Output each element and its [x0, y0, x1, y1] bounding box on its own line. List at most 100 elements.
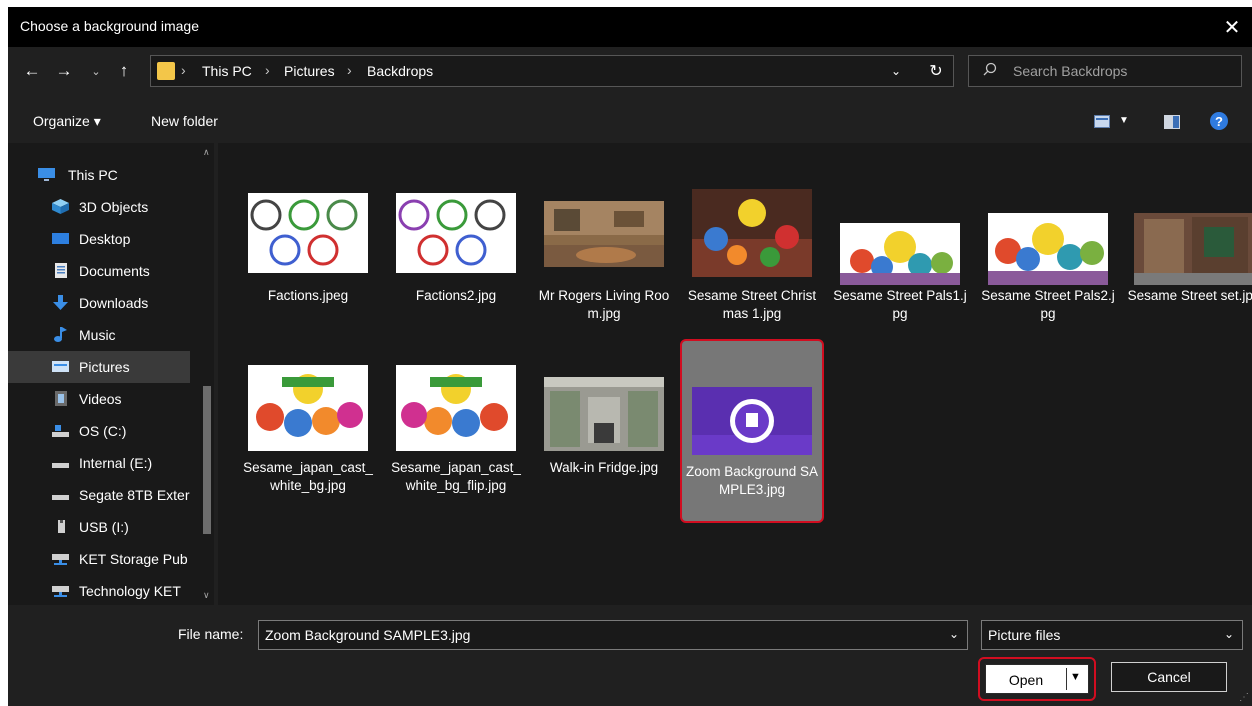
file-name: Zoom Background SAMPLE3.jpg — [685, 464, 819, 497]
sidebar-item-usb-i[interactable]: USB (I:) — [8, 511, 190, 543]
sidebar-item-documents[interactable]: Documents — [8, 255, 190, 287]
recent-locations-chevron-icon[interactable]: ⌄ — [86, 61, 106, 81]
view-options-chevron-icon[interactable]: ▼ — [1119, 115, 1129, 126]
file-item-zoom-background-sample3[interactable]: Zoom Background SAMPLE3.jpg — [680, 339, 824, 523]
up-arrow-icon[interactable]: ↑ — [114, 61, 134, 81]
file-open-dialog: Choose a background image ✕ ← → ⌄ ↑ › Th… — [8, 7, 1252, 706]
preview-pane-icon[interactable] — [1164, 115, 1180, 129]
forward-arrow-icon[interactable]: → — [54, 61, 74, 81]
address-dropdown-chevron-icon[interactable]: ⌄ — [891, 64, 901, 78]
sidebar-item-label: USB (I:) — [79, 519, 129, 535]
address-bar[interactable]: › This PC › Pictures › Backdrops ⌄ ↻ — [150, 55, 954, 87]
close-icon[interactable]: ✕ — [1212, 7, 1252, 47]
file-item-sesame-street-set[interactable]: Sesame Street set.jpg — [1124, 183, 1252, 333]
file-type-value: Picture files — [988, 627, 1061, 643]
network-drive-icon — [52, 586, 69, 597]
breadcrumb-separator: › — [181, 62, 186, 78]
refresh-icon[interactable]: ↻ — [925, 59, 947, 83]
open-button-highlight: Open ▼ — [978, 657, 1096, 701]
file-name: Sesame Street Pals1.jpg — [833, 288, 967, 321]
sidebar-item-desktop[interactable]: Desktop — [8, 223, 190, 255]
file-name-label: File name: — [178, 626, 244, 642]
monitor-icon — [38, 168, 55, 181]
folder-icon — [157, 62, 175, 80]
sidebar-item-label: Music — [79, 327, 116, 343]
resize-grip-icon[interactable]: ⋰ — [1239, 692, 1249, 703]
sidebar-item-downloads[interactable]: Downloads — [8, 287, 190, 319]
sidebar-item-this-pc[interactable]: This PC — [8, 159, 190, 191]
file-item-mr-rogers-living-room[interactable]: Mr Rogers Living Room.jpg — [534, 183, 674, 333]
change-view-icon[interactable] — [1094, 115, 1110, 128]
file-item-factions2[interactable]: Factions2.jpg — [386, 183, 526, 333]
file-name-input[interactable]: Zoom Background SAMPLE3.jpg ⌄ — [258, 620, 968, 650]
scroll-up-icon[interactable]: ∧ — [203, 147, 210, 158]
back-arrow-icon[interactable]: ← — [22, 61, 42, 81]
sidebar-item-technology-ket[interactable]: Technology KET — [8, 575, 190, 605]
sidebar-item-music[interactable]: Music — [8, 319, 190, 351]
navigation-bar: ← → ⌄ ↑ › This PC › Pictures › Backdrops… — [8, 51, 1252, 95]
file-item-factions[interactable]: Factions.jpeg — [238, 183, 378, 333]
file-item-walk-in-fridge[interactable]: Walk-in Fridge.jpg — [534, 355, 674, 505]
sidebar-item-segate-8tb[interactable]: Segate 8TB Exter — [8, 479, 190, 511]
download-icon — [53, 295, 68, 310]
sidebar-item-pictures[interactable]: Pictures — [8, 351, 190, 383]
network-drive-icon — [52, 554, 69, 565]
cube-icon — [52, 199, 69, 214]
sidebar-item-label: Pictures — [79, 359, 130, 375]
file-name: Factions2.jpg — [415, 288, 497, 303]
sidebar-item-label: Videos — [79, 391, 122, 407]
search-icon — [983, 62, 997, 76]
breadcrumb-pictures[interactable]: Pictures — [284, 63, 335, 79]
open-button[interactable]: Open ▼ — [985, 664, 1089, 694]
new-folder-button[interactable]: New folder — [151, 113, 218, 129]
music-icon — [54, 327, 67, 342]
command-toolbar: Organize ▾ New folder ▼ ? — [8, 104, 1252, 140]
dialog-title: Choose a background image — [20, 18, 200, 34]
document-icon — [55, 263, 67, 278]
file-item-sesame-japan-cast-white-bg-flip[interactable]: Sesame_japan_cast_white_bg_flip.jpg — [386, 355, 526, 505]
factions-thumbnail — [248, 193, 368, 273]
sidebar-item-videos[interactable]: Videos — [8, 383, 190, 415]
file-item-sesame-street-pals2[interactable]: Sesame Street Pals2.jpg — [978, 183, 1118, 333]
file-name: Mr Rogers Living Room.jpg — [538, 288, 670, 321]
sidebar-item-label: KET Storage Pub — [79, 551, 188, 567]
scroll-down-icon[interactable]: ∨ — [203, 590, 210, 601]
cancel-button[interactable]: Cancel — [1111, 662, 1227, 692]
file-list: Factions.jpeg Factions2.jpg Mr Rogers Li… — [218, 143, 1252, 605]
file-item-sesame-japan-cast-white-bg[interactable]: Sesame_japan_cast_white_bg.jpg — [238, 355, 378, 505]
drive-icon — [52, 463, 69, 468]
drive-icon — [52, 425, 69, 437]
pictures-icon — [52, 361, 69, 372]
sesame-japan-cast-thumbnail — [248, 365, 368, 451]
sesame-street-pals2-thumbnail — [988, 213, 1108, 285]
sidebar-item-os-c[interactable]: OS (C:) — [8, 415, 190, 447]
file-type-chevron-icon[interactable]: ⌄ — [1224, 627, 1234, 641]
scrollbar-thumb[interactable] — [203, 386, 211, 534]
file-item-sesame-street-pals1[interactable]: Sesame Street Pals1.jpg — [830, 183, 970, 333]
search-input[interactable]: Search Backdrops — [1013, 63, 1127, 79]
breadcrumb-backdrops[interactable]: Backdrops — [367, 63, 433, 79]
breadcrumb-separator: › — [265, 62, 270, 78]
help-icon[interactable]: ? — [1210, 112, 1228, 130]
walk-in-fridge-thumbnail — [544, 377, 664, 451]
sidebar-item-ket-storage-pub[interactable]: KET Storage Pub — [8, 543, 190, 575]
sidebar-item-label: 3D Objects — [79, 199, 149, 215]
organize-menu-button[interactable]: Organize ▾ — [33, 113, 101, 130]
mr-rogers-living-room-thumbnail — [544, 201, 664, 267]
file-type-select[interactable]: Picture files ⌄ — [981, 620, 1243, 650]
file-name: Walk-in Fridge.jpg — [549, 460, 659, 475]
breadcrumb-this-pc[interactable]: This PC — [202, 63, 252, 79]
sidebar-item-internal-e[interactable]: Internal (E:) — [8, 447, 190, 479]
zoom-background-thumbnail — [692, 387, 812, 455]
sidebar-item-label: Documents — [79, 263, 150, 279]
title-bar: Choose a background image ✕ — [8, 7, 1252, 47]
open-options-chevron-icon[interactable]: ▼ — [1070, 671, 1081, 683]
sidebar-scrollbar[interactable]: ∧ ∨ — [200, 143, 214, 605]
search-box[interactable]: Search Backdrops — [968, 55, 1242, 87]
sesame-street-christmas-thumbnail — [692, 189, 812, 277]
file-item-sesame-street-christmas-1[interactable]: Sesame Street Christmas 1.jpg — [682, 183, 822, 333]
sidebar-item-label: Internal (E:) — [79, 455, 153, 471]
breadcrumb-separator: › — [347, 62, 352, 78]
sidebar-item-3d-objects[interactable]: 3D Objects — [8, 191, 190, 223]
file-name-history-chevron-icon[interactable]: ⌄ — [949, 627, 959, 641]
